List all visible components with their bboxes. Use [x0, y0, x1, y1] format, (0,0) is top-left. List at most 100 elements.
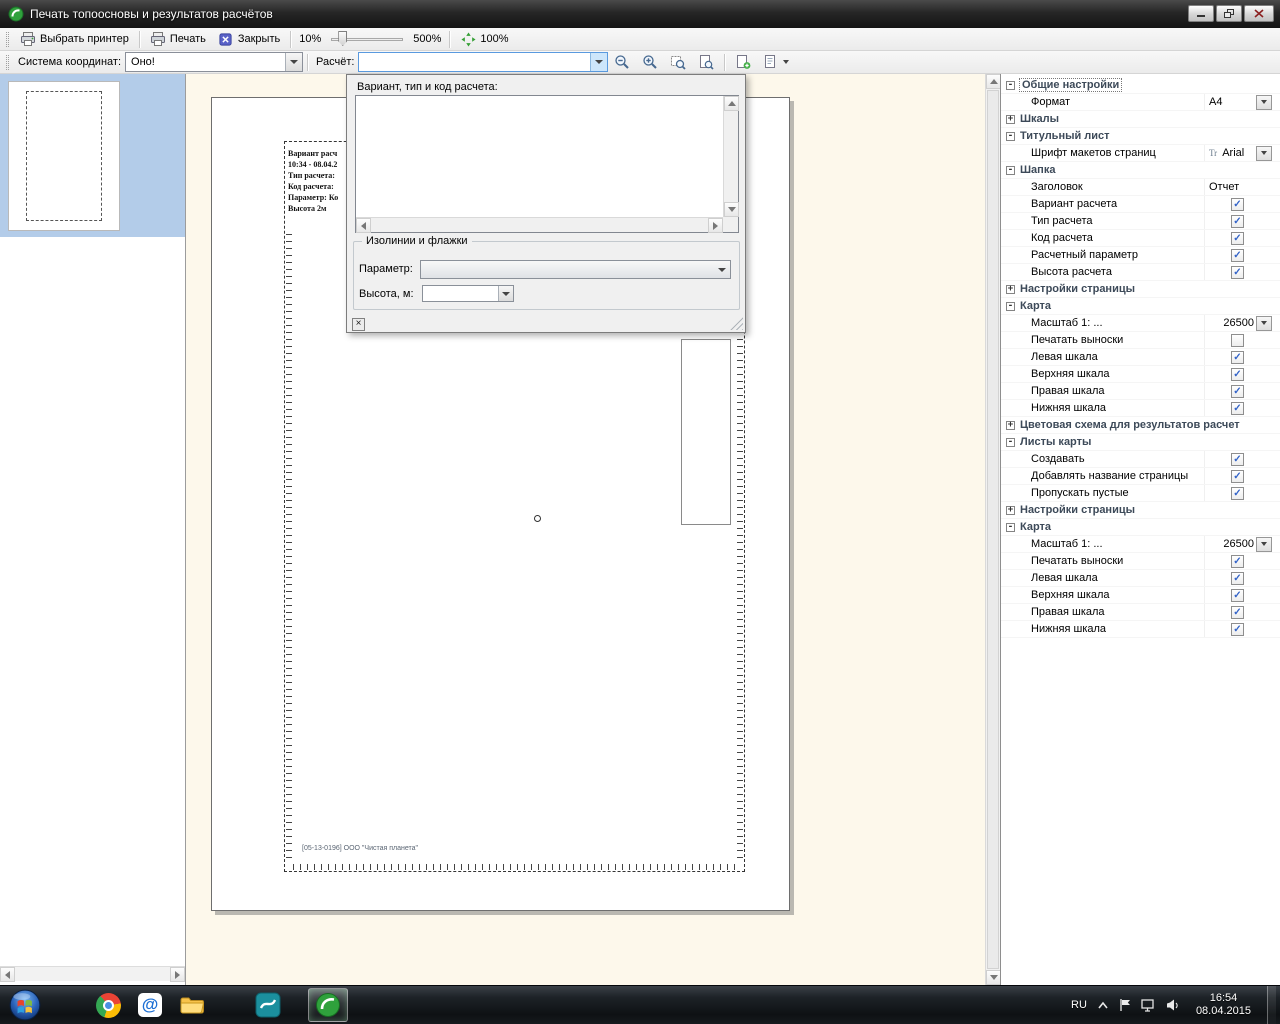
scroll-up-button[interactable] [724, 96, 739, 111]
scroll-down-button[interactable] [724, 202, 739, 217]
property-item-row[interactable]: Создавать✓ [1001, 451, 1280, 468]
collapse-icon[interactable]: - [1006, 438, 1015, 447]
popup-resize-grip[interactable] [730, 317, 743, 330]
fit-page-button[interactable] [692, 52, 720, 72]
property-item-row[interactable]: Код расчета✓ [1001, 230, 1280, 247]
coord-dropdown-button[interactable] [285, 53, 302, 71]
property-item-row[interactable]: Расчетный параметр✓ [1001, 247, 1280, 264]
taskbar-button-explorer[interactable] [172, 988, 212, 1022]
height-combobox[interactable] [422, 285, 514, 302]
thumbnail-selection[interactable] [0, 74, 185, 237]
toolbar-grip[interactable] [6, 32, 9, 47]
checkbox-checked[interactable]: ✓ [1231, 623, 1244, 636]
property-item-row[interactable]: Левая шкала✓ [1001, 349, 1280, 366]
property-category-row[interactable]: -Карта [1001, 298, 1280, 315]
calculation-dropdown-button[interactable] [590, 53, 607, 71]
coord-system-combobox[interactable]: Оно! [125, 52, 303, 72]
checkbox-checked[interactable]: ✓ [1231, 249, 1244, 262]
volume-icon[interactable] [1166, 999, 1180, 1012]
scroll-up-button[interactable] [986, 74, 1001, 89]
popup-close-button[interactable]: × [352, 318, 365, 331]
checkbox-checked[interactable]: ✓ [1231, 453, 1244, 466]
page-thumbnail[interactable] [8, 81, 120, 231]
property-item-row[interactable]: Высота расчета✓ [1001, 264, 1280, 281]
expand-icon[interactable]: + [1006, 421, 1015, 430]
scroll-down-button[interactable] [986, 970, 1001, 985]
property-category-row[interactable]: -Листы карты [1001, 434, 1280, 451]
checkbox-checked[interactable]: ✓ [1231, 368, 1244, 381]
language-indicator[interactable]: RU [1071, 999, 1087, 1011]
taskbar-button-mail[interactable]: @ [130, 988, 170, 1022]
checkbox-checked[interactable]: ✓ [1231, 198, 1244, 211]
collapse-icon[interactable]: - [1006, 132, 1015, 141]
scrollbar-thumb[interactable] [987, 90, 999, 969]
collapse-icon[interactable]: - [1006, 523, 1015, 532]
property-item-row[interactable]: Вариант расчета✓ [1001, 196, 1280, 213]
calculation-listbox[interactable] [355, 95, 739, 233]
property-item-row[interactable]: Шрифт макетов страницTrArial [1001, 145, 1280, 162]
checkbox-checked[interactable]: ✓ [1231, 402, 1244, 415]
property-item-row[interactable]: Нижняя шкала✓ [1001, 621, 1280, 638]
checkbox-checked[interactable]: ✓ [1231, 351, 1244, 364]
property-item-row[interactable]: Правая шкала✓ [1001, 604, 1280, 621]
scroll-right-button[interactable] [170, 967, 185, 982]
calculation-combobox[interactable] [358, 52, 608, 72]
taskbar-button-chrome[interactable] [88, 988, 128, 1022]
listbox-horizontal-scrollbar[interactable] [356, 217, 723, 232]
action-center-flag-icon[interactable] [1119, 998, 1131, 1012]
dropdown-button[interactable] [1256, 316, 1272, 331]
property-category-row[interactable]: -Титульный лист [1001, 128, 1280, 145]
property-category-row[interactable]: -Карта [1001, 519, 1280, 536]
checkbox-checked[interactable]: ✓ [1231, 385, 1244, 398]
parameter-dropdown-button[interactable] [713, 268, 730, 272]
minimize-button[interactable] [1188, 5, 1214, 22]
zoom-fit-button[interactable]: 100% [454, 29, 514, 49]
property-item-row[interactable]: Верхняя шкала✓ [1001, 366, 1280, 383]
checkbox-checked[interactable]: ✓ [1231, 266, 1244, 279]
dropdown-button[interactable] [1256, 146, 1272, 161]
zoom-slider-thumb[interactable] [338, 31, 347, 46]
checkbox-checked[interactable]: ✓ [1231, 470, 1244, 483]
checkbox-checked[interactable]: ✓ [1231, 555, 1244, 568]
property-category-row[interactable]: +Настройки страницы [1001, 281, 1280, 298]
collapse-icon[interactable]: - [1006, 166, 1015, 175]
toolbar-grip[interactable] [6, 55, 9, 70]
property-item-row[interactable]: Печатать выноски✓ [1001, 553, 1280, 570]
thumbnail-horizontal-scrollbar[interactable] [0, 966, 185, 981]
checkbox-unchecked[interactable] [1231, 334, 1244, 347]
close-button[interactable] [1244, 5, 1274, 22]
start-button[interactable] [8, 988, 42, 1022]
scroll-left-button[interactable] [356, 218, 371, 233]
property-item-row[interactable]: Нижняя шкала✓ [1001, 400, 1280, 417]
scroll-right-button[interactable] [708, 218, 723, 233]
property-item-row[interactable]: ЗаголовокОтчет [1001, 179, 1280, 196]
checkbox-checked[interactable]: ✓ [1231, 487, 1244, 500]
checkbox-checked[interactable]: ✓ [1231, 215, 1244, 228]
property-item-row[interactable]: ФорматA4 [1001, 94, 1280, 111]
property-category-row[interactable]: +Настройки страницы [1001, 502, 1280, 519]
taskbar-button-app1[interactable] [248, 988, 288, 1022]
collapse-icon[interactable]: - [1006, 302, 1015, 311]
property-item-row[interactable]: Добавлять название страницы✓ [1001, 468, 1280, 485]
print-button[interactable]: Печать [144, 29, 212, 49]
expand-icon[interactable]: + [1006, 506, 1015, 515]
zoom-region-button[interactable] [664, 52, 692, 72]
height-dropdown-button[interactable] [498, 286, 513, 301]
dropdown-button[interactable] [1256, 95, 1272, 110]
property-category-row[interactable]: +Шкалы [1001, 111, 1280, 128]
property-item-row[interactable]: Масштаб 1: ...26500 [1001, 315, 1280, 332]
preview-vertical-scrollbar[interactable] [985, 74, 1000, 985]
clock[interactable]: 16:54 08.04.2015 [1196, 992, 1251, 1018]
checkbox-checked[interactable]: ✓ [1231, 606, 1244, 619]
property-item-row[interactable]: Левая шкала✓ [1001, 570, 1280, 587]
collapse-icon[interactable]: - [1006, 81, 1015, 90]
expand-icon[interactable]: + [1006, 285, 1015, 294]
property-item-row[interactable]: Пропускать пустые✓ [1001, 485, 1280, 502]
dropdown-button[interactable] [1256, 537, 1272, 552]
property-item-row[interactable]: Тип расчета✓ [1001, 213, 1280, 230]
maximize-button[interactable] [1216, 5, 1242, 22]
listbox-vertical-scrollbar[interactable] [723, 96, 738, 217]
show-desktop-button[interactable] [1267, 986, 1276, 1024]
scroll-left-button[interactable] [0, 967, 15, 982]
property-item-row[interactable]: Масштаб 1: ...26500 [1001, 536, 1280, 553]
